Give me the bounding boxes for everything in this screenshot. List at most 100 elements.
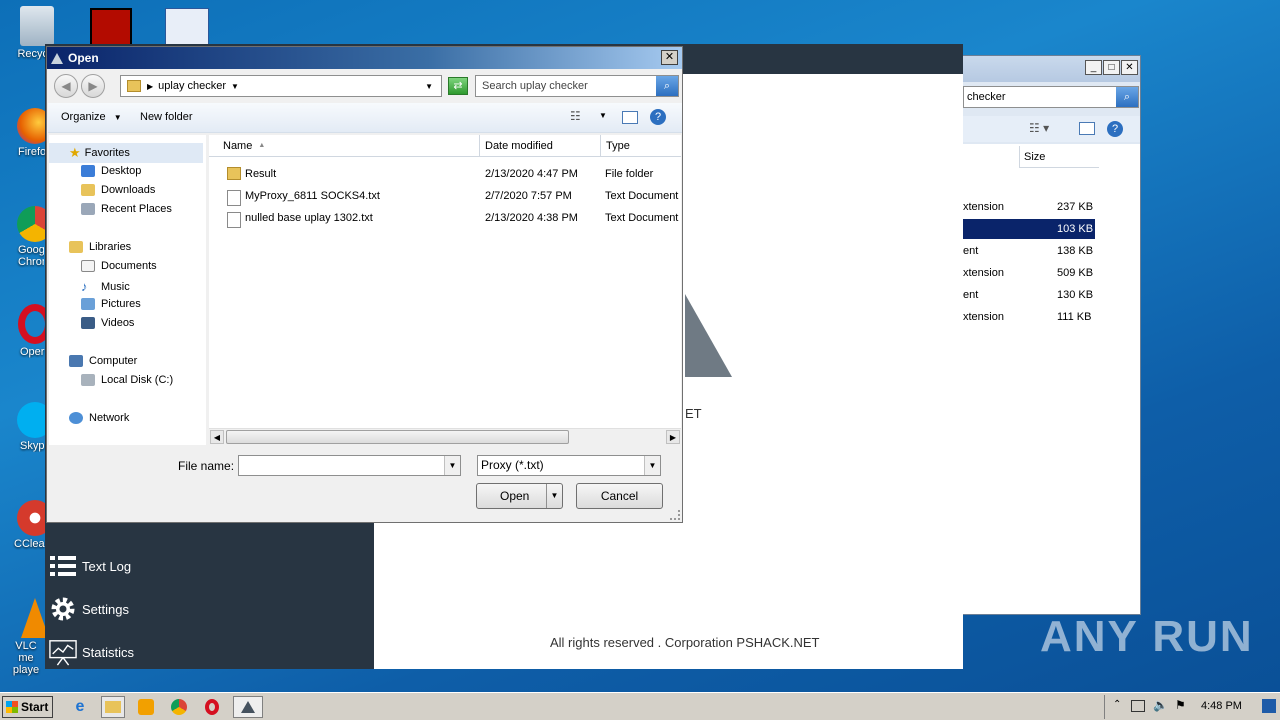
sidebar-item-settings[interactable]: Settings xyxy=(49,592,129,626)
refresh-button[interactable]: ⇄ xyxy=(448,77,468,95)
forward-button[interactable]: ▶ xyxy=(81,74,105,98)
disk-icon xyxy=(81,374,95,386)
network-tray-icon[interactable] xyxy=(1131,700,1145,712)
nav-libraries[interactable]: Libraries xyxy=(69,241,131,253)
chrome-icon[interactable] xyxy=(167,696,191,718)
minimize-button[interactable]: _ xyxy=(1085,60,1102,75)
scroll-right-arrow[interactable]: ▶ xyxy=(666,430,680,444)
start-button[interactable]: Start xyxy=(2,696,53,718)
ie-icon[interactable]: e xyxy=(68,696,92,718)
volume-icon[interactable]: 🔈 xyxy=(1153,698,1168,712)
chevron-right-icon[interactable]: ▶ xyxy=(147,82,153,91)
resize-grip[interactable] xyxy=(670,510,680,520)
size-column-header[interactable]: Size xyxy=(1019,146,1099,168)
chevron-down-icon[interactable]: ▼ xyxy=(599,111,607,120)
chevron-down-icon[interactable]: ▼ xyxy=(644,456,660,475)
list-item[interactable]: ent 138 KB xyxy=(959,241,1099,261)
list-item-selected[interactable]: 103 KB xyxy=(959,219,1095,239)
cancel-button[interactable]: Cancel xyxy=(576,483,663,509)
chevron-down-icon[interactable]: ▼ xyxy=(444,456,460,475)
column-header-name[interactable]: Name ▲ xyxy=(209,135,480,157)
open-split-arrow[interactable]: ▼ xyxy=(546,484,562,508)
table-row[interactable]: nulled base uplay 1302.txt 2/13/2020 4:3… xyxy=(209,207,681,229)
table-row[interactable]: Result 2/13/2020 4:47 PM File folder xyxy=(209,163,681,185)
opera-icon[interactable] xyxy=(200,696,224,718)
flag-icon[interactable]: ⚑ xyxy=(1175,698,1186,712)
tray-expand-icon[interactable]: ⌃ xyxy=(1113,699,1121,710)
nav-recent-places[interactable]: Recent Places xyxy=(81,203,172,215)
file-date: 2/13/2020 4:38 PM xyxy=(485,212,578,224)
explorer-search-box[interactable]: checker ⌕ xyxy=(963,86,1139,108)
nav-downloads[interactable]: Downloads xyxy=(81,184,155,196)
back-button[interactable]: ◀ xyxy=(54,74,78,98)
column-header-type[interactable]: Type xyxy=(601,135,681,157)
open-button[interactable]: Open ▼ xyxy=(476,483,563,509)
close-button[interactable]: ✕ xyxy=(1121,60,1138,75)
view-options-icon[interactable]: ☷ xyxy=(570,109,581,123)
nav-desktop[interactable]: Desktop xyxy=(81,165,141,177)
address-breadcrumb[interactable]: uplay checker xyxy=(158,80,226,92)
acrobat-icon[interactable] xyxy=(90,8,132,46)
maximize-button[interactable]: □ xyxy=(1103,60,1120,75)
scroll-left-arrow[interactable]: ◀ xyxy=(210,430,224,444)
search-input[interactable]: Search uplay checker ⌕ xyxy=(475,75,679,97)
nav-videos[interactable]: Videos xyxy=(81,317,134,329)
file-name: MyProxy_6811 SOCKS4.txt xyxy=(245,190,380,202)
system-tray: ⌃ 🔈 ⚑ 4:48 PM xyxy=(1104,695,1280,719)
search-icon[interactable]: ⌕ xyxy=(656,76,678,96)
nav-pictures[interactable]: Pictures xyxy=(81,298,141,310)
nav-favorites[interactable]: ★ Favorites xyxy=(49,143,203,163)
anyrun-watermark: ANY RUN xyxy=(1040,612,1254,661)
file-name-field[interactable]: ▼ xyxy=(238,455,461,476)
organize-button[interactable]: Organize ▼ xyxy=(61,111,122,123)
folder-icon xyxy=(127,80,141,92)
word-icon[interactable] xyxy=(165,8,209,46)
pshack-app-icon[interactable] xyxy=(233,696,263,718)
explorer-titlebar: _ □ ✕ xyxy=(959,56,1140,82)
nav-network[interactable]: Network xyxy=(69,412,129,424)
address-bar[interactable]: ▶ uplay checker ▼ ▼ xyxy=(120,75,442,97)
sidebar-item-text-log[interactable]: Text Log xyxy=(49,549,131,583)
explorer-icon[interactable] xyxy=(101,696,125,718)
horizontal-scrollbar[interactable]: ◀ ▶ xyxy=(209,428,681,445)
show-desktop-button[interactable] xyxy=(1262,699,1276,713)
list-item[interactable]: xtension 237 KB xyxy=(959,197,1099,217)
close-button[interactable]: ✕ xyxy=(661,50,678,65)
explorer-toolbar: ☷ ▾ ? xyxy=(959,116,1140,142)
nav-documents[interactable]: Documents xyxy=(81,260,157,272)
clock[interactable]: 4:48 PM xyxy=(1201,700,1242,712)
star-icon: ★ xyxy=(69,145,81,160)
taskbar: Start e ⌃ 🔈 ⚑ 4:48 PM xyxy=(0,692,1280,720)
address-dropdown-icon[interactable]: ▼ xyxy=(425,82,433,91)
sidebar-item-statistics[interactable]: Statistics xyxy=(49,635,134,669)
table-row[interactable]: MyProxy_6811 SOCKS4.txt 2/7/2020 7:57 PM… xyxy=(209,185,681,207)
dialog-titlebar: Open ✕ xyxy=(47,47,682,69)
list-item[interactable]: ent 130 KB xyxy=(959,285,1099,305)
column-header-date[interactable]: Date modified xyxy=(480,135,601,157)
app-footer-text: All rights reserved . Corporation PSHACK… xyxy=(550,635,820,650)
sort-ascending-icon: ▲ xyxy=(258,142,266,149)
sidebar-item-label: Statistics xyxy=(82,644,135,660)
preview-pane-icon[interactable] xyxy=(1079,122,1095,135)
preview-pane-icon[interactable] xyxy=(622,111,638,124)
list-item[interactable]: xtension 509 KB xyxy=(959,263,1099,283)
chevron-down-icon[interactable]: ▼ xyxy=(231,82,239,91)
windows-logo-icon xyxy=(6,701,18,713)
nav-computer[interactable]: Computer xyxy=(69,355,137,367)
view-options-icon[interactable]: ☷ ▾ xyxy=(1029,121,1049,135)
desktop-icon-label: VLC me playe xyxy=(12,640,40,676)
help-icon[interactable]: ? xyxy=(1107,121,1123,137)
search-icon[interactable]: ⌕ xyxy=(1116,87,1138,107)
explorer-window: _ □ ✕ checker ⌕ ☷ ▾ ? Size xtension 237 … xyxy=(958,55,1141,615)
media-player-icon[interactable] xyxy=(134,696,158,718)
nav-music[interactable]: ♪ Music xyxy=(81,279,130,294)
help-icon[interactable]: ? xyxy=(650,109,666,125)
new-folder-button[interactable]: New folder xyxy=(140,111,193,123)
app-logo-text: ET xyxy=(685,406,702,421)
list-item[interactable]: xtension 111 KB xyxy=(959,307,1099,327)
nav-local-disk[interactable]: Local Disk (C:) xyxy=(81,374,173,386)
downloads-icon xyxy=(81,184,95,196)
explorer-search-text: checker xyxy=(967,91,1006,103)
file-type-filter[interactable]: Proxy (*.txt) ▼ xyxy=(477,455,661,476)
scrollbar-thumb[interactable] xyxy=(226,430,569,444)
